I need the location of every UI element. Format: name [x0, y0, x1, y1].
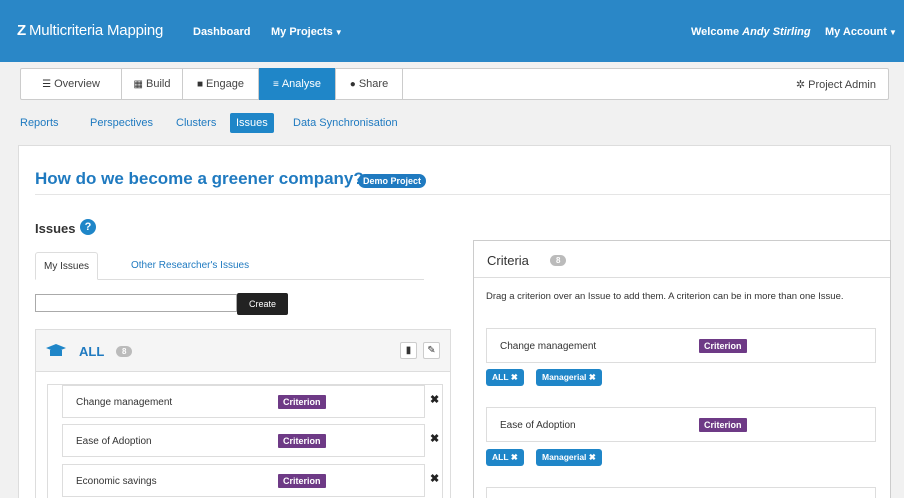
divider [35, 194, 890, 195]
tab-analyse[interactable]: ≡ Analyse [259, 68, 336, 100]
criterion-label: Change management [76, 397, 173, 408]
tab-analyse-label: Analyse [281, 78, 321, 90]
issue-tabs: My Issues Other Researcher's Issues [35, 252, 424, 280]
close-icon: ✖ [588, 372, 596, 382]
align-icon: ≡ [273, 79, 279, 90]
issue-panel-all: ALL 8 ▮ ✎ Change management Criterion ✖ … [35, 329, 451, 498]
tab-build-label: Build [145, 78, 171, 90]
main-content: How do we become a greener company? Demo… [18, 145, 891, 498]
nav-my-projects[interactable]: My Projects ▼ [271, 26, 343, 38]
criterion-badge: Criterion [278, 474, 326, 488]
remove-icon[interactable]: ✖ [430, 472, 439, 485]
criterion-card[interactable]: Change management Criterion [486, 328, 876, 363]
criterion-label: Ease of Adoption [76, 436, 152, 447]
subnav-perspectives[interactable]: Perspectives [90, 117, 153, 129]
grid-icon: ▦ [133, 79, 143, 90]
criterion-label: Economic savings [76, 476, 157, 487]
tab-share[interactable]: ● Share [336, 68, 403, 100]
list-item[interactable]: Change management Criterion ✖ [62, 385, 439, 418]
trash-icon[interactable]: ▮ [400, 342, 417, 359]
criteria-panel-header: Criteria 8 [474, 241, 890, 278]
remove-icon[interactable]: ✖ [430, 432, 439, 445]
project-tabbar: ☰ Overview ▦ Build ■ Engage ≡ Analyse ● Share… [20, 68, 889, 100]
graduation-cap-icon [46, 344, 66, 356]
criteria-panel: Criteria 8 Drag a criterion over an Issu… [473, 240, 891, 498]
project-admin-link[interactable]: ✲ Project Admin [796, 78, 876, 91]
my-account-menu[interactable]: My Account ▼ [825, 26, 897, 38]
caret-down-icon: ▼ [334, 28, 343, 37]
welcome-user: Andy Stirling [742, 26, 811, 38]
issue-tag-label: Managerial [542, 372, 587, 382]
globe-icon: ● [349, 79, 356, 90]
close-icon: ✖ [510, 372, 518, 382]
demo-project-badge: Demo Project [358, 174, 427, 188]
issue-tag[interactable]: Managerial ✖ [536, 369, 602, 386]
brand[interactable]: Z Multicriteria Mapping [17, 22, 163, 39]
criterion-card[interactable] [486, 487, 876, 498]
list-icon: ☰ [42, 79, 52, 90]
criteria-count-badge: 8 [550, 255, 567, 266]
gear-icon: ✲ [795, 79, 806, 91]
issue-tag-label: ALL [492, 452, 509, 462]
caret-down-icon: ▼ [888, 28, 897, 37]
criterion-label: Change management [500, 341, 597, 352]
my-account-label: My Account [825, 26, 887, 38]
list-item[interactable]: Economic savings Criterion ✖ [62, 464, 439, 497]
close-icon: ✖ [510, 452, 518, 462]
issue-count-badge: 8 [116, 346, 133, 357]
subnav-reports[interactable]: Reports [20, 117, 59, 129]
tab-build[interactable]: ▦ Build [122, 68, 183, 100]
project-admin-label: Project Admin [808, 79, 876, 91]
criterion-badge: Criterion [278, 395, 326, 409]
remove-icon[interactable]: ✖ [430, 393, 439, 406]
comment-icon: ■ [197, 79, 204, 90]
subnav-data-synchronisation[interactable]: Data Synchronisation [293, 117, 398, 129]
welcome-prefix: Welcome [691, 26, 740, 38]
criterion-card[interactable]: Ease of Adoption Criterion [486, 407, 876, 442]
criteria-hint: Drag a criterion over an Issue to add th… [486, 291, 844, 302]
page-title: How do we become a greener company? [35, 169, 364, 188]
brand-logo-icon: Z [17, 22, 26, 39]
issue-tag-label: ALL [492, 372, 509, 382]
issue-tag[interactable]: ALL ✖ [486, 449, 524, 466]
nav-dashboard[interactable]: Dashboard [193, 26, 250, 38]
brand-name: Multicriteria Mapping [28, 22, 164, 39]
issue-criteria-list: Change management Criterion ✖ Ease of Ad… [47, 384, 443, 498]
help-icon[interactable]: ? [80, 219, 96, 235]
tab-overview-label: Overview [54, 78, 100, 90]
tab-engage[interactable]: ■ Engage [183, 68, 259, 100]
top-navbar: Z Multicriteria Mapping Dashboard My Proj… [0, 0, 904, 62]
issue-tag[interactable]: ALL ✖ [486, 369, 524, 386]
issue-tag[interactable]: Managerial ✖ [536, 449, 602, 466]
issue-panel-header: ALL 8 ▮ ✎ [36, 330, 450, 372]
criterion-badge: Criterion [699, 339, 747, 353]
subnav-issues[interactable]: Issues [230, 113, 274, 133]
tab-share-label: Share [358, 78, 389, 90]
issue-panel-title: ALL [79, 344, 105, 359]
criterion-badge: Criterion [699, 418, 747, 432]
nav-my-projects-label: My Projects [271, 26, 333, 38]
list-item[interactable]: Ease of Adoption Criterion ✖ [62, 424, 439, 457]
tab-other-researchers-issues[interactable]: Other Researcher's Issues [123, 252, 257, 280]
tab-overview[interactable]: ☰ Overview [21, 68, 122, 100]
tab-my-issues[interactable]: My Issues [35, 252, 99, 280]
criterion-label: Ease of Adoption [500, 420, 576, 431]
create-button[interactable]: Create [237, 293, 288, 315]
new-issue-input[interactable] [35, 294, 237, 312]
close-icon: ✖ [588, 452, 596, 462]
issues-heading: Issues [35, 221, 76, 236]
criteria-title: Criteria [487, 253, 529, 268]
tab-engage-label: Engage [206, 78, 244, 90]
criterion-badge: Criterion [278, 434, 326, 448]
subnav-clusters[interactable]: Clusters [176, 117, 216, 129]
issue-tag-label: Managerial [542, 452, 587, 462]
pencil-icon[interactable]: ✎ [423, 342, 440, 359]
welcome-text: Welcome Andy Stirling [691, 26, 811, 38]
